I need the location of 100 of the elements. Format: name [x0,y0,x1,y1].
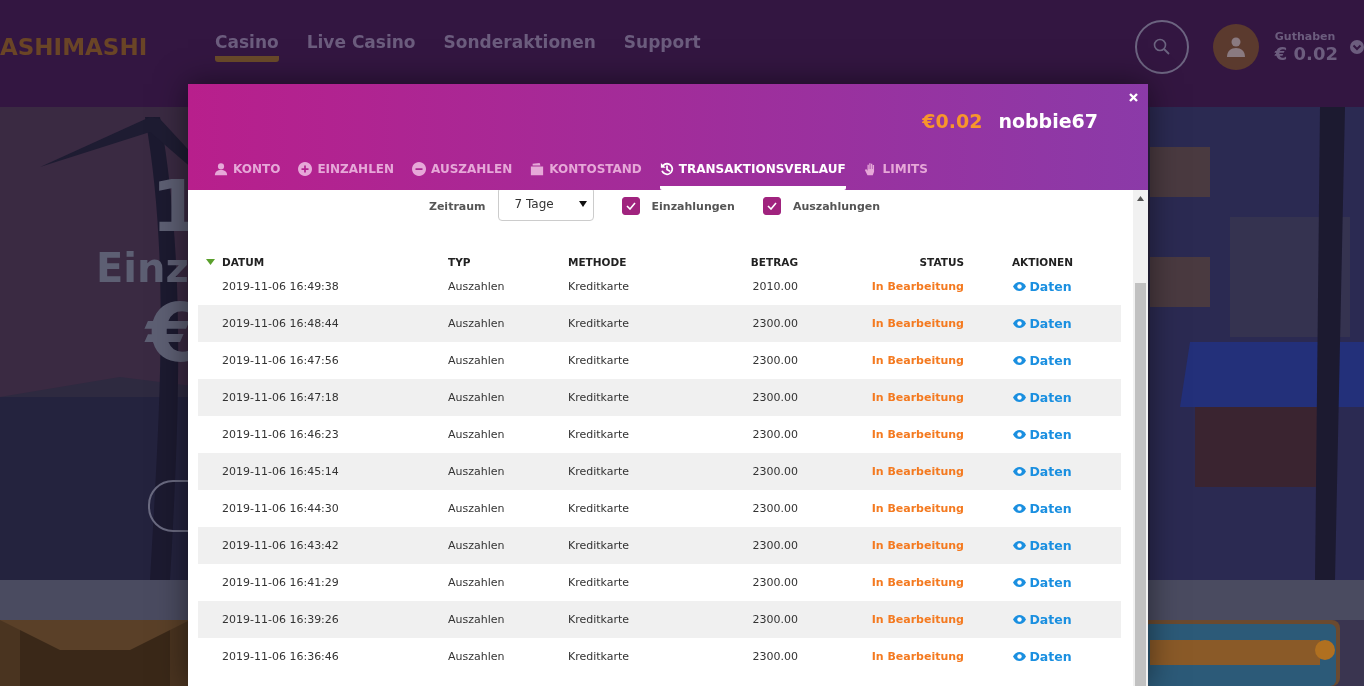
table-cell-text: Kreditkarte [568,354,631,367]
details-link[interactable]: Daten [1013,538,1072,553]
table-cell-text: Kreditkarte [568,465,631,478]
details-link[interactable]: Daten [1013,390,1072,405]
table-cell-text: Kreditkarte [568,576,631,589]
eye-icon [1013,430,1027,439]
check-icon [625,202,636,210]
status-text: In Bearbeitung [870,280,964,293]
caret-icon [578,201,587,207]
table-cell-text: 2300.00 [751,502,798,515]
table-cell-text: Auszahlen [448,465,506,478]
nav-link[interactable]: Live Casino [306,31,416,62]
column-header: AKTIONEN [1012,256,1073,268]
column-header: TYP [448,256,471,268]
details-link[interactable]: Daten [1013,575,1072,590]
table-cell-text: 2019-11-06 16:39:26 [222,613,340,626]
table-cell-text: Kreditkarte [568,650,631,663]
details-link[interactable]: Daten [1013,501,1072,516]
status-text: In Bearbeitung [870,576,964,589]
nav-link[interactable]: Casino [215,31,279,62]
table-cell-text: 2300.00 [751,465,798,478]
table-cell-text: 2019-11-06 16:47:18 [222,391,340,404]
table-cell-text: Kreditkarte [568,502,631,515]
table-cell-text: Kreditkarte [568,539,631,552]
table-cell-text: 2300.00 [751,539,798,552]
sort-icon[interactable] [206,259,215,265]
table-cell-text: Auszahlen [448,280,506,293]
scrollbar[interactable] [1133,190,1148,686]
wallet-icon [530,162,545,176]
table-cell-text: 2300.00 [751,428,798,441]
details-link[interactable]: Daten [1013,316,1072,331]
column-header: STATUS [919,256,964,268]
hero-headline: Einz [96,246,190,291]
nav-link[interactable]: Sonderaktionen [443,31,596,62]
column-header: METHODE [568,256,627,268]
status-text: In Bearbeitung [870,428,964,441]
column-header: BETRAG [750,256,798,268]
eye-icon [1013,652,1027,661]
user-icon [214,162,228,176]
period-select[interactable]: 7 Tage [497,190,594,221]
username: nobbie67 [998,110,1098,132]
table-cell-text: Kreditkarte [568,391,631,404]
plus-icon [298,162,313,176]
chevron-down-icon[interactable] [1350,39,1364,54]
eye-icon [1013,578,1027,587]
status-text: In Bearbeitung [870,465,964,478]
table-cell-text: Kreditkarte [568,317,631,330]
table-cell-text: 2019-11-06 16:49:38 [222,280,340,293]
table-cell-text: 2019-11-06 16:45:14 [222,465,340,478]
table-cell-text: Auszahlen [448,391,506,404]
history-icon [659,162,674,176]
details-link[interactable]: Daten [1013,427,1072,442]
close-button[interactable] [1129,90,1138,104]
tab[interactable]: EINZAHLEN [298,156,394,190]
table-cell-text: Auszahlen [448,502,506,515]
tab[interactable]: KONTOSTAND [530,156,642,190]
table-cell-text: Auszahlen [448,317,506,330]
tab[interactable]: LIMITS [863,156,928,190]
account-balance: €0.02 [922,110,983,132]
eye-icon [1013,393,1027,402]
table-cell-text: 2019-11-06 16:48:44 [222,317,340,330]
eye-icon [1013,541,1027,550]
status-text: In Bearbeitung [870,539,964,552]
details-link[interactable]: Daten [1013,353,1072,368]
table-cell-text: 2010.00 [751,280,798,293]
table-cell-text: 2300.00 [751,650,798,663]
status-text: In Bearbeitung [870,354,964,367]
eye-icon [1013,467,1027,476]
table-cell-text: Auszahlen [448,576,506,589]
tab[interactable]: KONTO [214,156,281,190]
checkbox[interactable] [621,197,640,215]
tab[interactable]: AUSZAHLEN [412,156,513,190]
table-cell-text: Auszahlen [448,354,506,367]
details-link[interactable]: Daten [1013,649,1072,664]
tab[interactable]: TRANSAKTIONSVERLAUF [659,156,846,190]
table-cell-text: 2019-11-06 16:41:29 [222,576,340,589]
status-text: In Bearbeitung [870,502,964,515]
status-text: In Bearbeitung [870,650,964,663]
table-cell-text: Auszahlen [448,539,506,552]
table-cell-text: Auszahlen [448,650,506,663]
checkbox[interactable] [762,197,781,215]
search-button[interactable] [1134,19,1189,74]
table-cell-text: Kreditkarte [568,613,631,626]
details-link[interactable]: Daten [1013,464,1072,479]
nav-link[interactable]: Support [623,31,701,62]
table-cell-text: 2300.00 [751,317,798,330]
table-cell-text: 2019-11-06 16:44:30 [222,502,340,515]
scroll-up-icon[interactable] [1137,196,1144,201]
minus-icon [412,162,426,176]
details-link[interactable]: Daten [1013,612,1072,627]
search-icon [1152,37,1171,56]
status-text: In Bearbeitung [870,317,964,330]
table-cell-text: 2019-11-06 16:46:23 [222,428,340,441]
table-cell-text: Auszahlen [448,613,506,626]
details-link[interactable]: Daten [1013,279,1072,294]
check-icon [766,202,777,210]
eye-icon [1013,319,1027,328]
checkbox-label: Auszahlungen [792,199,881,213]
status-text: In Bearbeitung [870,391,964,404]
checkbox-label: Einzahlungen [651,199,735,213]
